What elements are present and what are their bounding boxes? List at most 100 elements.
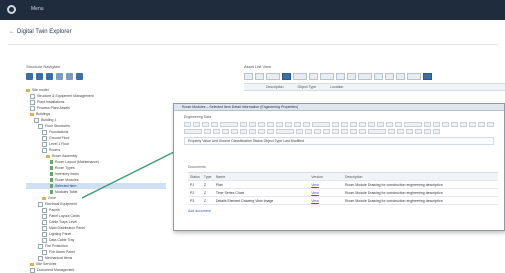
ribbon-button[interactable] bbox=[368, 129, 386, 134]
table-row[interactable]: P3 Z Details Element Drawing View Image … bbox=[188, 197, 498, 205]
ribbon-button[interactable] bbox=[397, 129, 404, 134]
ribbon-button[interactable] bbox=[460, 122, 467, 127]
toolbar-button[interactable] bbox=[423, 73, 432, 80]
column-header[interactable]: Description bbox=[266, 84, 284, 90]
toolbar-button[interactable] bbox=[244, 73, 253, 80]
ribbon-button[interactable] bbox=[350, 129, 357, 134]
toolbar-button[interactable] bbox=[309, 73, 318, 80]
ribbon-button[interactable] bbox=[267, 122, 274, 127]
table-row[interactable]: P1 Z Plan View Room Module Drawing for c… bbox=[188, 181, 498, 189]
ribbon-button[interactable] bbox=[368, 122, 375, 127]
collapse-all-button[interactable] bbox=[36, 73, 43, 80]
column-header[interactable]: Object Type bbox=[298, 84, 317, 90]
view-link[interactable]: View bbox=[311, 191, 319, 195]
ribbon-button[interactable] bbox=[332, 122, 339, 127]
tree-item-label: Building 1 bbox=[41, 118, 57, 122]
ribbon-button[interactable] bbox=[204, 129, 211, 134]
ribbon-button[interactable] bbox=[231, 129, 238, 134]
ribbon-button[interactable] bbox=[386, 122, 393, 127]
ribbon-button[interactable] bbox=[487, 122, 494, 127]
ribbon-button[interactable] bbox=[424, 129, 431, 134]
ribbon-button[interactable] bbox=[395, 122, 402, 127]
toolbar-button[interactable] bbox=[282, 73, 291, 80]
ribbon-button[interactable] bbox=[240, 122, 247, 127]
ribbon-button[interactable] bbox=[211, 122, 218, 127]
ribbon-button[interactable] bbox=[294, 122, 301, 127]
ribbon-button[interactable] bbox=[258, 129, 265, 134]
toolbar-button[interactable] bbox=[347, 73, 356, 80]
ribbon-button[interactable] bbox=[202, 122, 209, 127]
column-header[interactable]: Type bbox=[204, 175, 216, 179]
ribbon-button[interactable] bbox=[433, 122, 440, 127]
tree-item[interactable]: Document Management bbox=[26, 267, 166, 273]
ribbon-button[interactable] bbox=[249, 122, 256, 127]
ribbon-button[interactable] bbox=[213, 129, 220, 134]
ribbon-button[interactable] bbox=[305, 129, 312, 134]
ribbon-button[interactable] bbox=[478, 122, 485, 127]
column-header[interactable]: Status bbox=[188, 175, 204, 179]
toolbar-button[interactable] bbox=[336, 73, 345, 80]
ribbon-button[interactable] bbox=[249, 129, 256, 134]
ribbon-button[interactable] bbox=[341, 129, 348, 134]
ribbon-button[interactable] bbox=[350, 122, 357, 127]
tree-item-label: Room Modules bbox=[55, 178, 79, 182]
search-button[interactable] bbox=[76, 73, 83, 80]
view-link[interactable]: View bbox=[311, 183, 319, 187]
ribbon-button[interactable] bbox=[296, 129, 303, 134]
ribbon-button[interactable] bbox=[184, 129, 202, 134]
ribbon-button[interactable] bbox=[469, 122, 476, 127]
toolbar-button[interactable] bbox=[255, 73, 264, 80]
ribbon-button[interactable] bbox=[332, 129, 339, 134]
toolbar-button[interactable] bbox=[358, 73, 372, 80]
ribbon-button[interactable] bbox=[276, 122, 283, 127]
add-document-link[interactable]: Add document bbox=[188, 209, 504, 213]
ribbon-button[interactable] bbox=[184, 122, 191, 127]
ribbon-button[interactable] bbox=[220, 122, 238, 127]
back-arrow-icon[interactable]: ← bbox=[9, 29, 15, 35]
ribbon-button[interactable] bbox=[377, 122, 384, 127]
ribbon-button[interactable] bbox=[359, 129, 366, 134]
ribbon-button[interactable] bbox=[258, 122, 265, 127]
ribbon-button[interactable] bbox=[267, 129, 274, 134]
toolbar-button[interactable] bbox=[407, 73, 421, 80]
toolbar-button[interactable] bbox=[374, 73, 383, 80]
refresh-button[interactable] bbox=[56, 73, 63, 80]
ribbon-button[interactable] bbox=[404, 122, 422, 127]
toolbar-button[interactable] bbox=[396, 73, 405, 80]
ribbon-button[interactable] bbox=[388, 129, 395, 134]
toolbar-button[interactable] bbox=[266, 73, 280, 80]
table-row[interactable]: P2 Z Time Series Chart View Room Module … bbox=[188, 189, 498, 197]
column-header[interactable]: Description bbox=[345, 175, 498, 179]
tree-item-label: Zone bbox=[48, 196, 56, 200]
ribbon-button[interactable] bbox=[323, 129, 330, 134]
column-header[interactable]: Name bbox=[216, 175, 311, 179]
ribbon-button[interactable] bbox=[406, 129, 413, 134]
ribbon-button[interactable] bbox=[285, 122, 292, 127]
ribbon-button[interactable] bbox=[433, 129, 440, 134]
toolbar-button[interactable] bbox=[293, 73, 307, 80]
toolbar-button[interactable] bbox=[385, 73, 394, 80]
ribbon-button[interactable] bbox=[276, 129, 294, 134]
ribbon-button[interactable] bbox=[222, 129, 229, 134]
app-logo-icon[interactable] bbox=[7, 5, 16, 14]
view-link[interactable]: View bbox=[311, 199, 319, 203]
ribbon-button[interactable] bbox=[359, 122, 366, 127]
ribbon-button[interactable] bbox=[314, 129, 321, 134]
ribbon-button[interactable] bbox=[193, 122, 200, 127]
ribbon-button[interactable] bbox=[451, 122, 458, 127]
menu-label[interactable]: Menu bbox=[31, 6, 44, 12]
ribbon-button[interactable] bbox=[442, 122, 449, 127]
ribbon-button[interactable] bbox=[424, 122, 431, 127]
column-header[interactable]: Version bbox=[311, 175, 345, 179]
ribbon-button[interactable] bbox=[303, 122, 310, 127]
column-header[interactable]: Location bbox=[330, 84, 343, 90]
ribbon-button[interactable] bbox=[240, 129, 247, 134]
tree-item-label: Room Assembly bbox=[52, 154, 78, 158]
expand-all-button[interactable] bbox=[26, 73, 33, 80]
ribbon-button[interactable] bbox=[341, 122, 348, 127]
toolbar-button[interactable] bbox=[320, 73, 334, 80]
settings-button[interactable] bbox=[66, 73, 73, 80]
filter-button[interactable] bbox=[46, 73, 53, 80]
ribbon-button[interactable] bbox=[312, 122, 330, 127]
ribbon-button[interactable] bbox=[415, 129, 422, 134]
